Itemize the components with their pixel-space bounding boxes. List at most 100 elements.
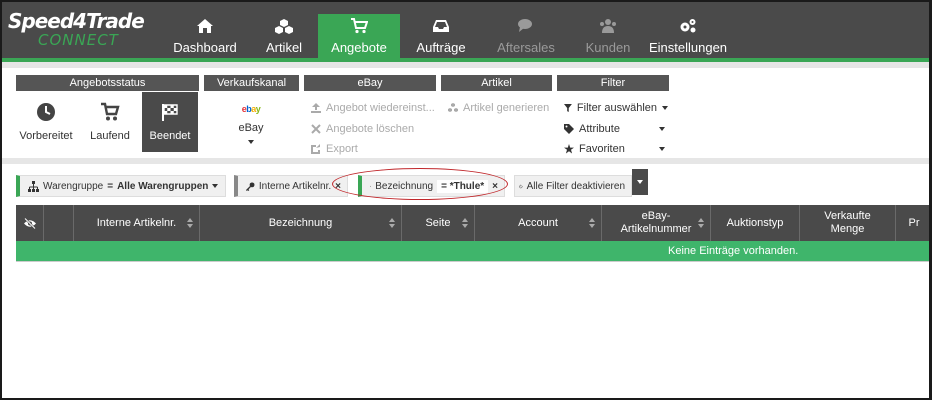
- column-ebay-artikelnummer-label: eBay-Artikelnummer: [620, 210, 692, 235]
- filter-chip-warengruppe[interactable]: Warengruppe = Alle Warengruppen: [16, 175, 226, 197]
- eye-slash-icon: [23, 217, 36, 229]
- users-icon: [600, 19, 616, 33]
- column-auktionstyp[interactable]: Auktionstyp: [711, 205, 800, 241]
- nav-auftraege[interactable]: Aufträge: [400, 14, 482, 62]
- column-interne-artikelnr-label: Interne Artikelnr.: [96, 216, 177, 229]
- channel-ebay-button[interactable]: ebay eBay: [223, 92, 279, 152]
- filter-warengruppe-value: Alle Warengruppen: [117, 180, 209, 192]
- star-icon: [564, 144, 574, 154]
- cubes-icon: [448, 103, 458, 112]
- attribute-button[interactable]: Attribute: [564, 120, 668, 138]
- filter-chip-interne-artikelnr[interactable]: Interne Artikelnr. ×: [234, 175, 348, 197]
- filter-bezeichnung-value-box[interactable]: = *Thule*: [437, 179, 489, 193]
- column-account-label: Account: [518, 216, 558, 229]
- angebot-wiedereinstellen-label: Angebot wiedereinst...: [326, 102, 435, 114]
- filter-chip-bezeichnung[interactable]: Bezeichnung = *Thule* ×: [358, 175, 505, 197]
- toolbar-ribbon: Angebotsstatus Vorbereitet Laufend Beend…: [2, 62, 929, 158]
- status-vorbereitet-button[interactable]: Vorbereitet: [18, 92, 74, 152]
- cubes-icon: [275, 19, 293, 34]
- column-account[interactable]: Account: [475, 205, 602, 241]
- nav-angebote-label: Angebote: [331, 40, 387, 55]
- column-ebay-artikelnummer[interactable]: eBay-Artikelnummer: [602, 205, 711, 241]
- favoriten-button[interactable]: Favoriten: [564, 140, 668, 158]
- angebote-loeschen-label: Angebote löschen: [326, 123, 415, 135]
- filter-icon: [564, 104, 572, 112]
- chat-icon: [518, 19, 532, 32]
- attribute-label: Attribute: [579, 123, 620, 135]
- nav-aftersales[interactable]: Aftersales: [482, 14, 570, 62]
- group-angebotsstatus-title: Angebotsstatus: [16, 75, 199, 91]
- table-header: Interne Artikelnr. Bezeichnung Seite Acc…: [16, 205, 929, 241]
- artikel-generieren-label: Artikel generieren: [463, 102, 550, 114]
- group-ebay-title: eBay: [304, 75, 436, 91]
- close-icon[interactable]: ×: [335, 181, 341, 192]
- channel-ebay-label: eBay: [238, 122, 264, 134]
- sitemap-icon: [28, 180, 39, 192]
- upload-icon: [311, 103, 321, 113]
- group-filter-title: Filter: [557, 75, 669, 91]
- filter-warengruppe-op: =: [107, 180, 114, 192]
- nav-auftraege-label: Aufträge: [416, 40, 466, 55]
- key-icon: [246, 181, 255, 191]
- status-laufend-label: Laufend: [90, 130, 130, 142]
- column-interne-artikelnr[interactable]: Interne Artikelnr.: [74, 205, 200, 241]
- nav-artikel[interactable]: Artikel: [250, 14, 318, 62]
- chevron-down-icon: [659, 127, 665, 131]
- filter-auswaehlen-label: Filter auswählen: [576, 102, 657, 114]
- column-seite[interactable]: Seite: [402, 205, 475, 241]
- group-verkaufskanal: Verkaufskanal: [204, 75, 299, 91]
- column-preis[interactable]: Pr: [896, 205, 929, 241]
- group-ebay: eBay: [304, 75, 436, 91]
- logo-text-bottom: CONNECT: [38, 31, 119, 49]
- cart-icon: [101, 102, 120, 121]
- column-select[interactable]: [44, 205, 74, 241]
- status-beendet-label: Beendet: [149, 130, 191, 142]
- angebot-wiedereinstellen-button[interactable]: Angebot wiedereinst...: [311, 99, 435, 117]
- export-icon: [311, 144, 320, 154]
- sort-icon: [698, 218, 704, 228]
- column-visibility-toggle[interactable]: [16, 205, 44, 241]
- chevron-down-icon: [248, 140, 254, 144]
- clock-icon: [37, 103, 55, 121]
- nav-angebote[interactable]: Angebote: [318, 14, 400, 62]
- column-verkaufte-menge[interactable]: Verkaufte Menge: [800, 205, 896, 241]
- filter-warengruppe-label: Warengruppe: [43, 180, 104, 192]
- deactivate-dropdown-button[interactable]: [632, 169, 648, 195]
- nav-aftersales-label: Aftersales: [497, 40, 555, 55]
- status-laufend-button[interactable]: Laufend: [82, 92, 138, 152]
- export-label: Export: [326, 143, 358, 155]
- logo-text-top: Speed4Trade: [8, 9, 145, 33]
- nav-kunden[interactable]: Kunden: [570, 14, 646, 62]
- sort-icon: [589, 218, 595, 228]
- chevron-down-icon[interactable]: [212, 184, 219, 188]
- logo[interactable]: Speed4Trade CONNECT: [8, 9, 145, 56]
- filter-interne-label: Interne Artikelnr.: [258, 180, 332, 192]
- tags-icon: [564, 124, 574, 134]
- close-icon[interactable]: ×: [492, 181, 498, 192]
- table-empty-row: Keine Einträge vorhanden.: [16, 241, 929, 261]
- nav-artikel-label: Artikel: [265, 40, 303, 55]
- main-nav: Dashboard Artikel Angebote Aufträge Afte…: [160, 14, 730, 62]
- gears-icon: [680, 19, 696, 33]
- app-window: Speed4Trade CONNECT Dashboard Artikel An…: [0, 0, 932, 400]
- group-verkaufskanal-title: Verkaufskanal: [204, 75, 299, 91]
- chevron-down-icon: [637, 180, 643, 184]
- nav-einstellungen-label: Einstellungen: [648, 40, 728, 55]
- status-beendet-button[interactable]: Beendet: [142, 92, 198, 152]
- chevron-down-icon: [659, 147, 665, 151]
- column-auktionstyp-label: Auktionstyp: [726, 216, 784, 229]
- power-icon: [519, 184, 523, 188]
- column-bezeichnung[interactable]: Bezeichnung: [200, 205, 402, 241]
- nav-einstellungen[interactable]: Einstellungen: [646, 14, 730, 62]
- column-verkaufte-menge-label: Verkaufte Menge: [824, 210, 871, 235]
- export-button[interactable]: Export: [311, 140, 358, 158]
- nav-dashboard[interactable]: Dashboard: [160, 14, 250, 62]
- artikel-generieren-button[interactable]: Artikel generieren: [448, 99, 549, 117]
- filter-bezeichnung-label: Bezeichnung: [375, 180, 434, 192]
- deactivate-all-filters-button[interactable]: Alle Filter deaktivieren: [514, 175, 632, 197]
- angebote-loeschen-button[interactable]: Angebote löschen: [311, 120, 414, 138]
- nav-kunden-label: Kunden: [585, 40, 631, 55]
- favoriten-label: Favoriten: [579, 143, 625, 155]
- filter-auswaehlen-button[interactable]: Filter auswählen: [564, 99, 668, 117]
- group-artikel-title: Artikel: [441, 75, 552, 91]
